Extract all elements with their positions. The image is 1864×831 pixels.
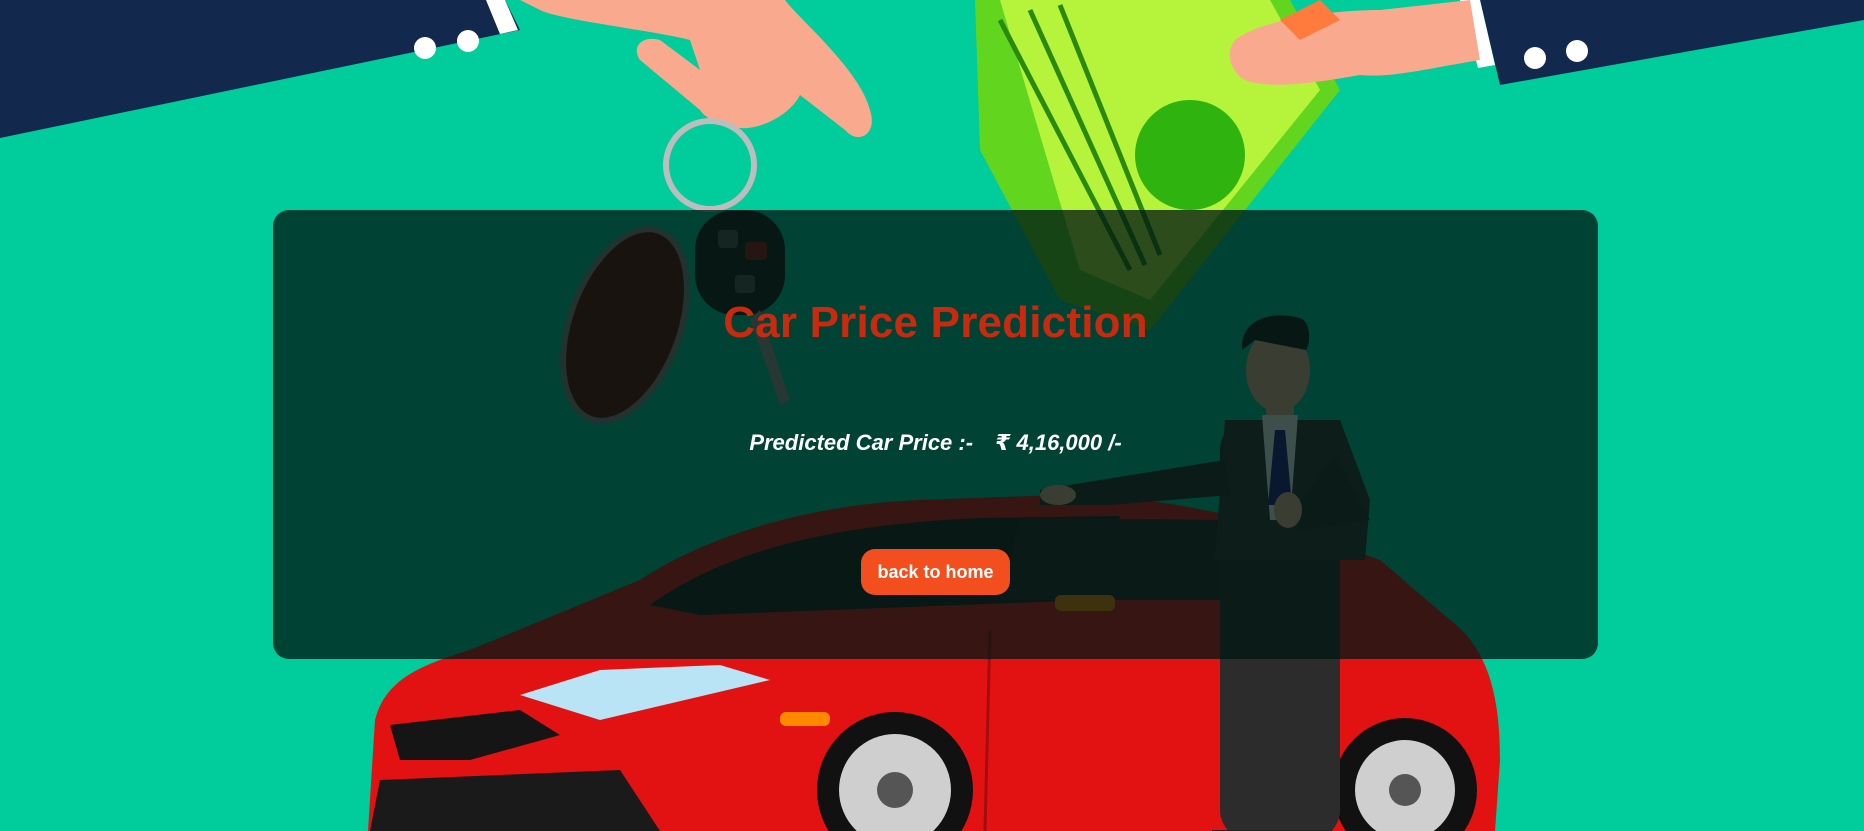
predicted-price-row: Predicted Car Price :- ₹ 4,16,000 /-: [273, 430, 1598, 456]
predicted-price-value: ₹ 4,16,000 /-: [995, 430, 1122, 455]
page-title: Car Price Prediction: [723, 298, 1148, 347]
prediction-card: Car Price Prediction Predicted Car Price…: [273, 210, 1598, 659]
back-to-home-button[interactable]: back to home: [861, 549, 1010, 595]
predicted-price-label: Predicted Car Price :-: [749, 430, 974, 455]
